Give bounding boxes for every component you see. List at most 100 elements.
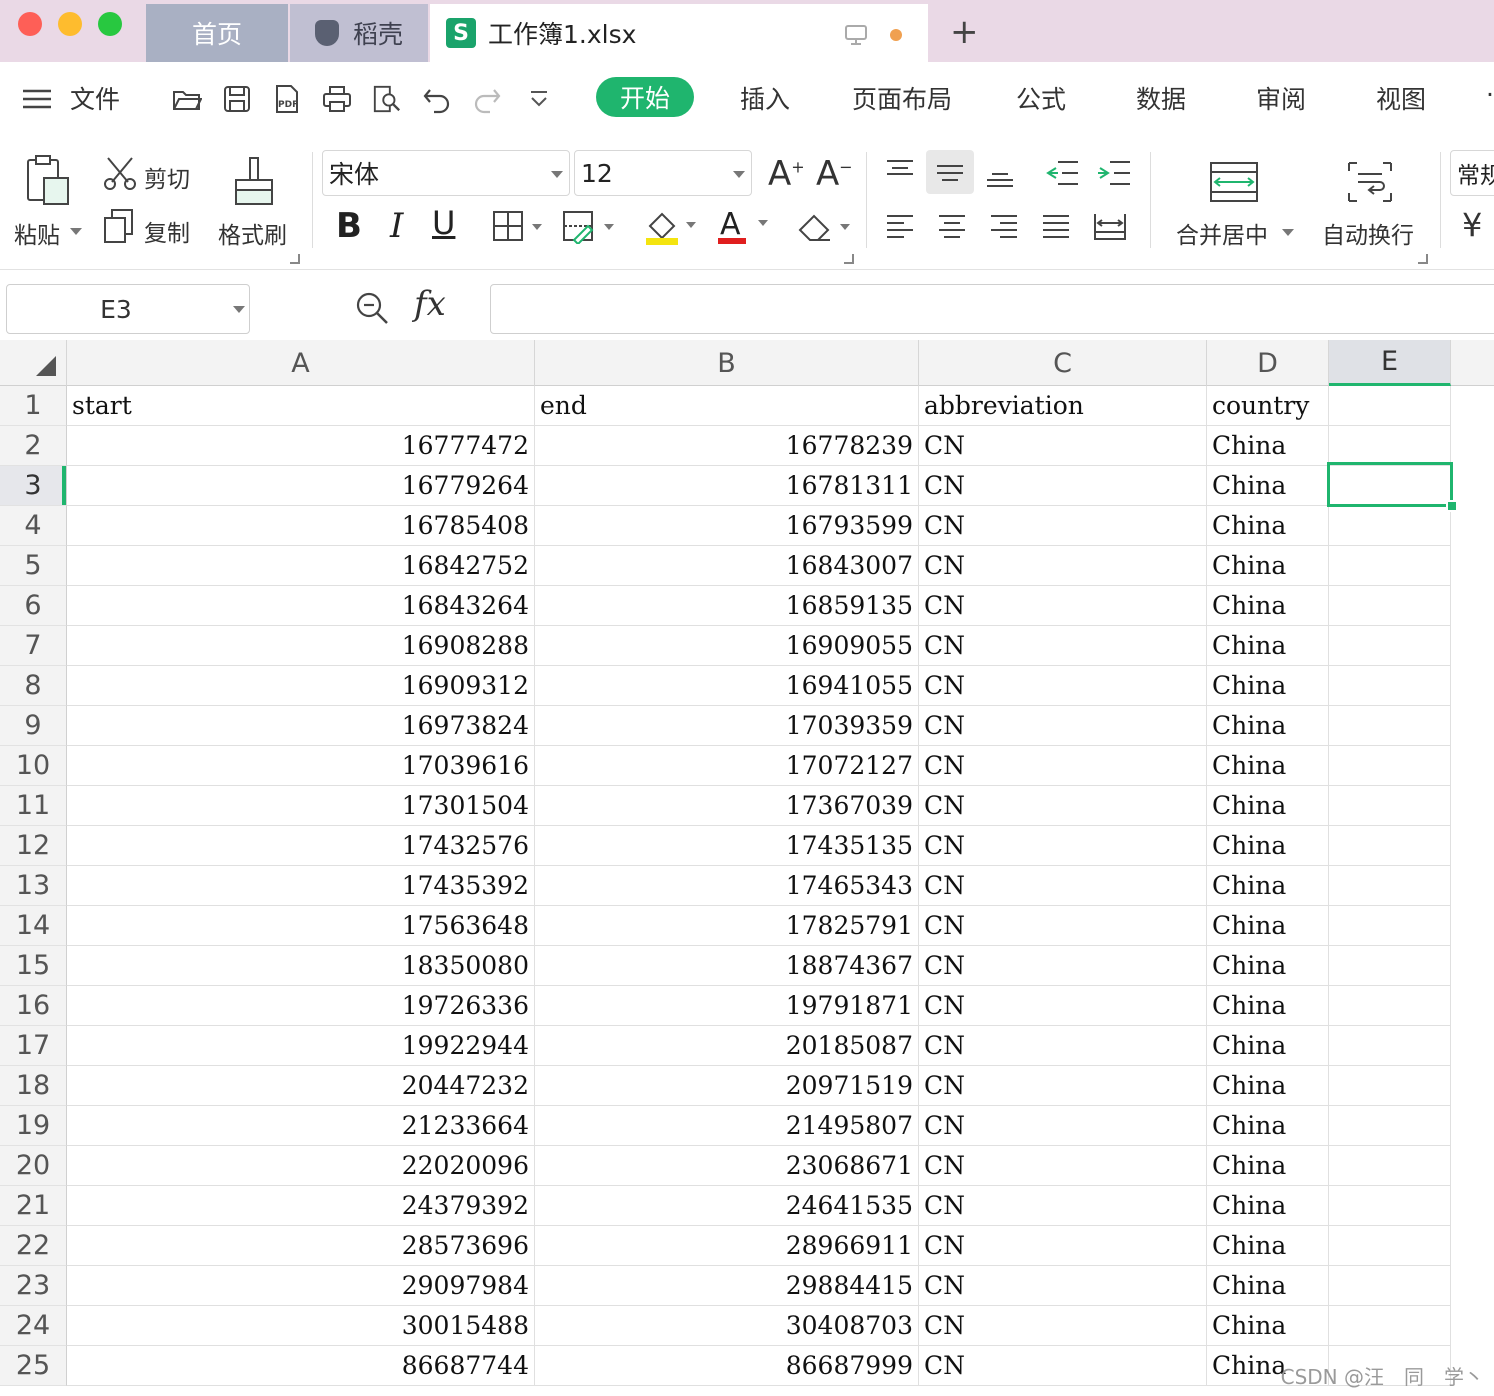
cell-e24[interactable] — [1329, 1306, 1451, 1346]
cell-b25[interactable]: 86687999 — [535, 1346, 919, 1386]
cell-e17[interactable] — [1329, 1026, 1451, 1066]
cell-e22[interactable] — [1329, 1226, 1451, 1266]
font-size-select[interactable]: 12 — [574, 150, 752, 196]
minimize-window-button[interactable] — [58, 12, 82, 36]
cell-c8[interactable]: CN — [919, 666, 1207, 706]
undo-icon[interactable] — [422, 84, 452, 114]
cell-a4[interactable]: 16785408 — [67, 506, 535, 546]
cut-button[interactable]: 剪切 — [144, 160, 190, 194]
customize-toolbar-icon[interactable] — [524, 84, 554, 114]
cell-d4[interactable]: China — [1207, 506, 1329, 546]
cell-e19[interactable] — [1329, 1106, 1451, 1146]
row-header[interactable]: 6 — [0, 586, 67, 626]
cell-d3[interactable]: China — [1207, 466, 1329, 506]
cell-c22[interactable]: CN — [919, 1226, 1207, 1266]
cell-e12[interactable] — [1329, 826, 1451, 866]
cell-a3[interactable]: 16779264 — [67, 466, 535, 506]
cell-e5[interactable] — [1329, 546, 1451, 586]
row-header[interactable]: 21 — [0, 1186, 67, 1226]
cell-e15[interactable] — [1329, 946, 1451, 986]
cell-a20[interactable]: 22020096 — [67, 1146, 535, 1186]
cell-b21[interactable]: 24641535 — [535, 1186, 919, 1226]
paste-dropdown-caret[interactable] — [70, 228, 82, 235]
cell-d24[interactable]: China — [1207, 1306, 1329, 1346]
cell-d2[interactable]: China — [1207, 426, 1329, 466]
cell-b20[interactable]: 23068671 — [535, 1146, 919, 1186]
row-header[interactable]: 16 — [0, 986, 67, 1026]
align-bottom-icon[interactable] — [984, 158, 1016, 188]
row-header[interactable]: 23 — [0, 1266, 67, 1306]
cell-e2[interactable] — [1329, 426, 1451, 466]
row-header[interactable]: 9 — [0, 706, 67, 746]
cell-b22[interactable]: 28966911 — [535, 1226, 919, 1266]
fill-handle[interactable] — [1446, 500, 1458, 512]
row-header[interactable]: 20 — [0, 1146, 67, 1186]
cell-e20[interactable] — [1329, 1146, 1451, 1186]
cell-b16[interactable]: 19791871 — [535, 986, 919, 1026]
cell-b13[interactable]: 17465343 — [535, 866, 919, 906]
cell-c5[interactable]: CN — [919, 546, 1207, 586]
cell-e1[interactable] — [1329, 386, 1451, 426]
close-window-button[interactable] — [18, 12, 42, 36]
cell-a13[interactable]: 17435392 — [67, 866, 535, 906]
cell-a7[interactable]: 16908288 — [67, 626, 535, 666]
cell-c16[interactable]: CN — [919, 986, 1207, 1026]
cell-c19[interactable]: CN — [919, 1106, 1207, 1146]
row-header[interactable]: 3 — [0, 466, 67, 506]
cell-d6[interactable]: China — [1207, 586, 1329, 626]
number-format-select[interactable]: 常规 — [1450, 150, 1494, 196]
row-header[interactable]: 11 — [0, 786, 67, 826]
cell-c23[interactable]: CN — [919, 1266, 1207, 1306]
row-header[interactable]: 19 — [0, 1106, 67, 1146]
cell-b11[interactable]: 17367039 — [535, 786, 919, 826]
redo-icon[interactable] — [472, 84, 502, 114]
cell-c20[interactable]: CN — [919, 1146, 1207, 1186]
copy-button[interactable]: 复制 — [144, 214, 190, 248]
cell-b17[interactable]: 20185087 — [535, 1026, 919, 1066]
cell-d8[interactable]: China — [1207, 666, 1329, 706]
row-header[interactable]: 2 — [0, 426, 67, 466]
cell-e13[interactable] — [1329, 866, 1451, 906]
tab-workbook[interactable]: S 工作簿1.xlsx — [430, 4, 928, 62]
row-header[interactable]: 13 — [0, 866, 67, 906]
cell-d1[interactable]: country — [1207, 386, 1329, 426]
cell-c14[interactable]: CN — [919, 906, 1207, 946]
align-right-icon[interactable] — [988, 212, 1020, 242]
cell-b1[interactable]: end — [535, 386, 919, 426]
group-expander-icon[interactable] — [290, 254, 300, 264]
cell-d17[interactable]: China — [1207, 1026, 1329, 1066]
cell-a21[interactable]: 24379392 — [67, 1186, 535, 1226]
cell-c9[interactable]: CN — [919, 706, 1207, 746]
row-header[interactable]: 7 — [0, 626, 67, 666]
increase-indent-icon[interactable] — [1096, 158, 1132, 188]
align-top-icon[interactable] — [884, 158, 916, 188]
cell-e6[interactable] — [1329, 586, 1451, 626]
cell-d12[interactable]: China — [1207, 826, 1329, 866]
menu-file[interactable]: 文件 — [70, 80, 120, 116]
cell-a18[interactable]: 20447232 — [67, 1066, 535, 1106]
cell-d19[interactable]: China — [1207, 1106, 1329, 1146]
bold-button[interactable]: B — [336, 206, 362, 246]
cell-a23[interactable]: 29097984 — [67, 1266, 535, 1306]
group-expander-icon[interactable] — [844, 254, 854, 264]
cell-a16[interactable]: 19726336 — [67, 986, 535, 1026]
cell-b18[interactable]: 20971519 — [535, 1066, 919, 1106]
cell-c3[interactable]: CN — [919, 466, 1207, 506]
cell-d21[interactable]: China — [1207, 1186, 1329, 1226]
hamburger-menu-icon[interactable] — [22, 84, 52, 114]
row-header[interactable]: 10 — [0, 746, 67, 786]
cell-b9[interactable]: 17039359 — [535, 706, 919, 746]
zoom-window-button[interactable] — [98, 12, 122, 36]
increase-font-size-icon[interactable]: A+ — [768, 154, 805, 194]
column-header-e[interactable]: E — [1329, 340, 1451, 386]
cell-b4[interactable]: 16793599 — [535, 506, 919, 546]
cell-c6[interactable]: CN — [919, 586, 1207, 626]
cell-a8[interactable]: 16909312 — [67, 666, 535, 706]
cell-b23[interactable]: 29884415 — [535, 1266, 919, 1306]
row-header[interactable]: 1 — [0, 386, 67, 426]
cell-a14[interactable]: 17563648 — [67, 906, 535, 946]
cell-e16[interactable] — [1329, 986, 1451, 1026]
cell-c10[interactable]: CN — [919, 746, 1207, 786]
fill-color-icon[interactable] — [644, 208, 700, 248]
cell-c11[interactable]: CN — [919, 786, 1207, 826]
